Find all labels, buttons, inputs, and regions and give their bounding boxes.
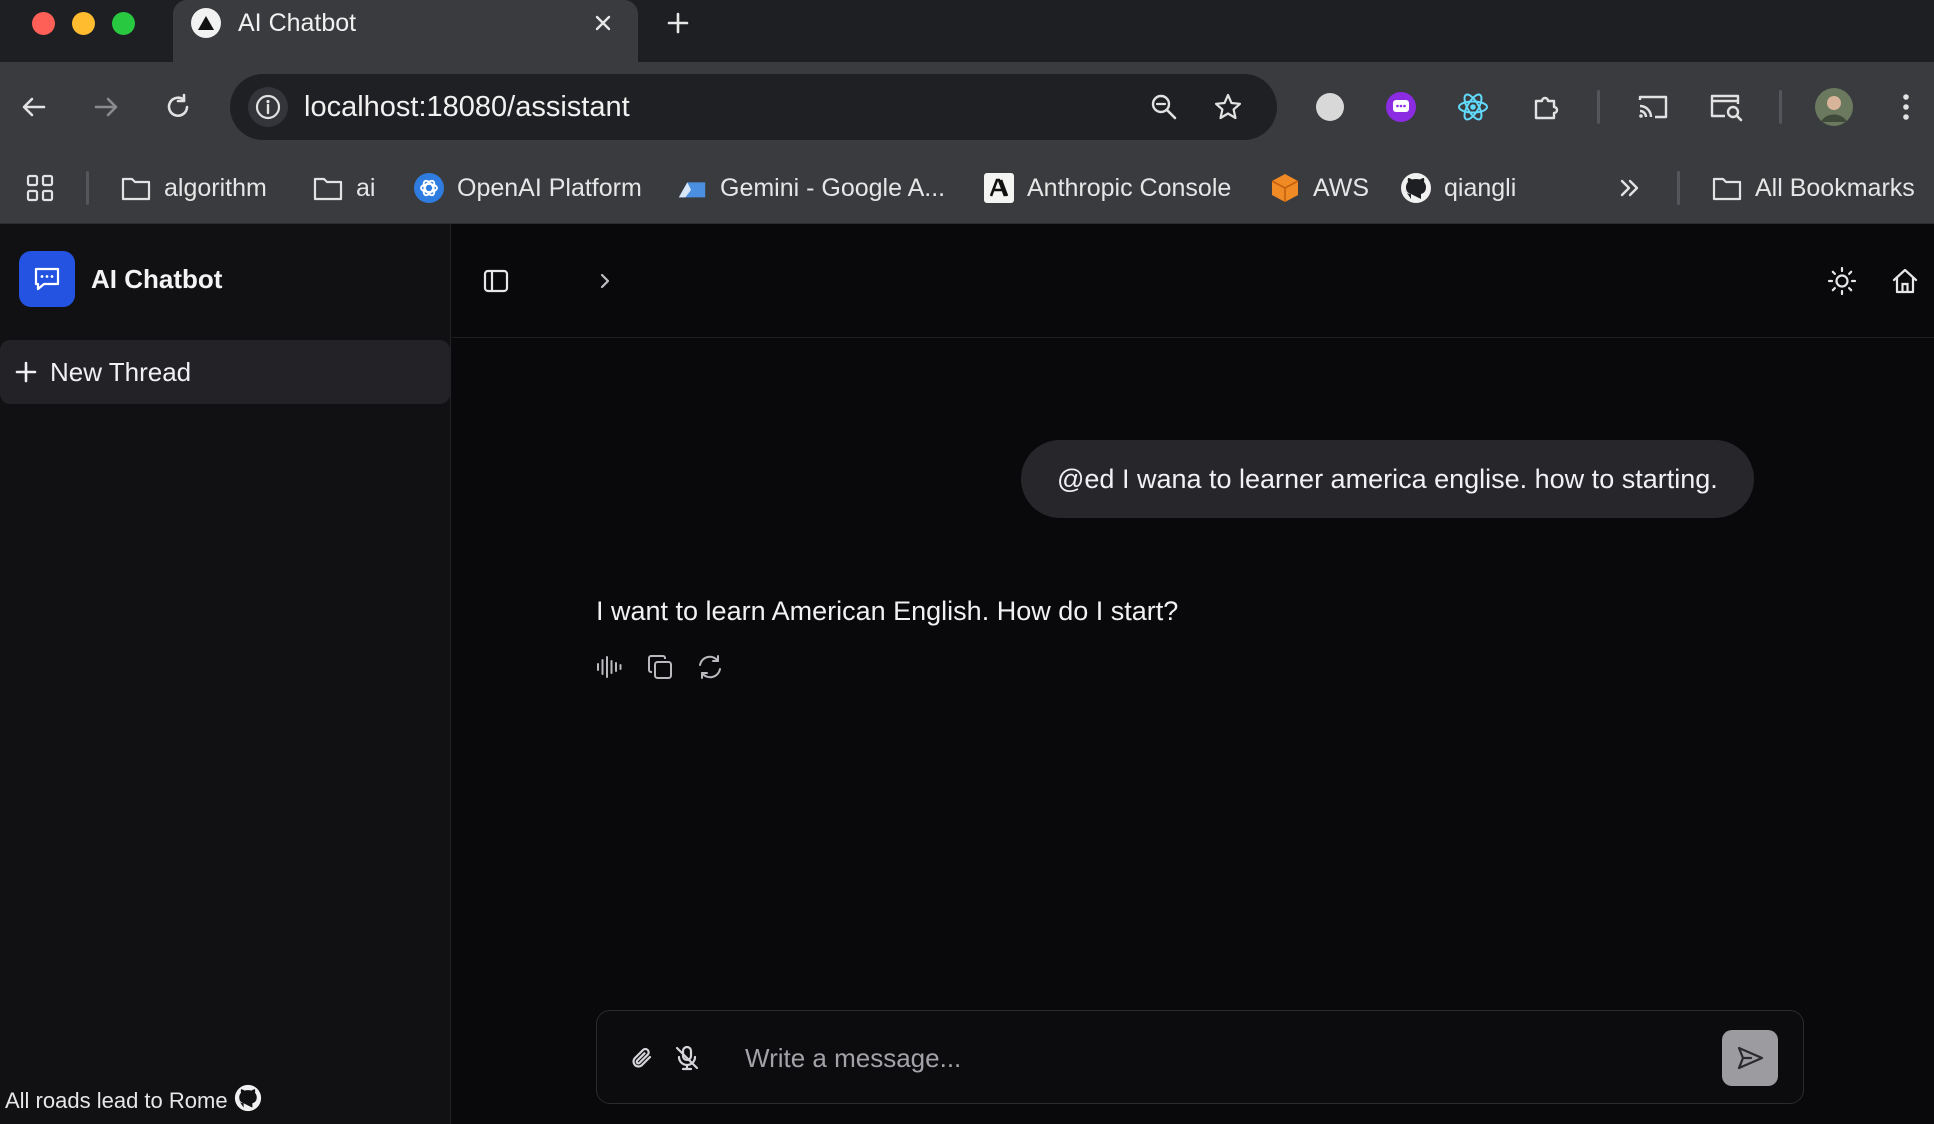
theme-sun-icon[interactable] [1822, 261, 1862, 301]
tab-title: AI Chatbot [238, 9, 357, 37]
attach-paperclip-icon[interactable] [623, 1039, 661, 1077]
chevron-right-icon[interactable] [585, 261, 625, 301]
bookmark-qiangli[interactable]: qiangli [1400, 168, 1516, 208]
forward-arrow-icon[interactable] [86, 87, 126, 127]
profile-avatar[interactable] [1814, 87, 1854, 127]
bookmark-star-icon[interactable] [1208, 87, 1248, 127]
gemini-icon [676, 172, 708, 204]
toggle-sidebar-icon[interactable] [476, 261, 516, 301]
zoom-icon[interactable] [1144, 87, 1184, 127]
bookmark-label: OpenAI Platform [457, 173, 642, 202]
assistant-message: I want to learn American English. How do… [596, 596, 1179, 626]
read-aloud-icon[interactable] [594, 651, 626, 683]
send-button[interactable] [1722, 1030, 1778, 1086]
window-minimize-button[interactable] [72, 12, 95, 35]
browser-tab-bar: AI Chatbot [0, 0, 1934, 62]
tab-search-icon[interactable] [1706, 87, 1746, 127]
site-info-icon[interactable] [248, 87, 288, 127]
app-title: AI Chatbot [91, 264, 223, 294]
anthropic-icon [983, 172, 1015, 204]
sidebar-footer[interactable]: All roads lead to Rome [5, 1084, 262, 1118]
bookmarks-separator [1677, 171, 1680, 205]
all-bookmarks-label: All Bookmarks [1755, 173, 1915, 202]
bookmark-label: Gemini - Google A... [720, 173, 946, 202]
extension-chat-icon[interactable] [1381, 87, 1421, 127]
tab-favicon-icon [191, 8, 221, 38]
all-bookmarks[interactable]: All Bookmarks [1711, 168, 1915, 208]
github-icon [1400, 172, 1432, 204]
address-url[interactable]: localhost:18080/assistant [304, 91, 630, 124]
folder-icon [120, 172, 152, 204]
new-thread-label: New Thread [50, 356, 192, 387]
bookmark-label: ai [356, 173, 376, 202]
new-tab-icon[interactable] [662, 7, 694, 39]
window-maximize-button[interactable] [112, 12, 135, 35]
reload-icon[interactable] [158, 87, 198, 127]
github-icon[interactable] [234, 1084, 262, 1118]
user-message: @ed I wana to learner america englise. h… [1021, 440, 1754, 518]
bookmark-label: qiangli [1444, 173, 1517, 202]
chat-main: @ed I wana to learner america englise. h… [452, 224, 1934, 1124]
sidebar: AI Chatbot New Thread All roads lead to … [0, 224, 451, 1124]
address-bar[interactable]: localhost:18080/assistant [230, 74, 1277, 140]
toolbar-separator [1597, 90, 1600, 124]
apps-grid-icon[interactable] [24, 168, 56, 208]
chatbot-logo-icon [19, 251, 75, 307]
extensions-puzzle-icon[interactable] [1526, 87, 1566, 127]
bookmark-label: Anthropic Console [1027, 173, 1232, 202]
bookmark-anthropic-console[interactable]: Anthropic Console [983, 168, 1231, 208]
extension-circle-icon[interactable] [1310, 87, 1350, 127]
browser-menu-icon[interactable] [1886, 87, 1926, 127]
bookmarks-bar: algorithm ai OpenAI Platform Gemini - Go… [0, 152, 1934, 224]
aws-icon [1269, 172, 1301, 204]
window-close-button[interactable] [32, 12, 55, 35]
home-icon[interactable] [1885, 261, 1925, 301]
bookmark-gemini[interactable]: Gemini - Google A... [676, 168, 945, 208]
copy-icon[interactable] [644, 651, 676, 683]
bookmark-label: AWS [1313, 173, 1370, 202]
react-devtools-icon[interactable] [1453, 87, 1493, 127]
regenerate-icon[interactable] [694, 651, 726, 683]
message-composer [596, 1010, 1804, 1104]
cast-icon[interactable] [1633, 87, 1673, 127]
message-actions [594, 651, 726, 683]
bookmark-algorithm[interactable]: algorithm [120, 168, 267, 208]
bookmark-label: algorithm [164, 173, 267, 202]
more-bookmarks-chevron-icon[interactable] [1616, 168, 1644, 208]
mic-off-icon[interactable] [668, 1039, 706, 1077]
message-input[interactable] [745, 1033, 1645, 1083]
browser-tab-active[interactable]: AI Chatbot [173, 0, 638, 62]
bookmark-ai[interactable]: ai [312, 168, 375, 208]
toolbar-separator [1779, 90, 1782, 124]
folder-icon [1711, 172, 1743, 204]
tab-close-icon[interactable] [588, 8, 618, 38]
bookmark-openai-platform[interactable]: OpenAI Platform [413, 168, 642, 208]
folder-icon [312, 172, 344, 204]
footer-text: All roads lead to Rome [5, 1088, 228, 1113]
new-thread-button[interactable]: New Thread [0, 340, 450, 404]
plus-icon [12, 358, 40, 386]
back-arrow-icon[interactable] [14, 87, 54, 127]
chat-header [452, 224, 1934, 338]
send-icon [1737, 1046, 1764, 1070]
bookmark-aws[interactable]: AWS [1269, 168, 1369, 208]
bookmarks-separator [86, 171, 89, 205]
browser-toolbar: localhost:18080/assistant [0, 62, 1934, 152]
openai-icon [413, 172, 445, 204]
